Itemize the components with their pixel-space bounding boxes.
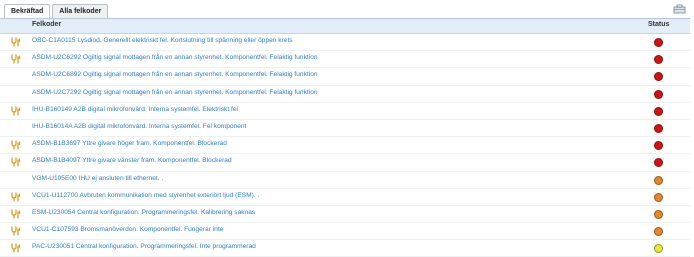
status-indicator <box>654 227 663 237</box>
status-indicator <box>654 192 663 202</box>
fault-code-text[interactable]: ASDM-U2C6292 Ogiltig signal mottagen frå… <box>32 54 318 61</box>
table-row[interactable]: IHU-B16014A A2B digital mikrofonvärd. In… <box>0 120 690 138</box>
wrench-icon[interactable] <box>10 209 22 219</box>
status-indicator <box>654 158 663 168</box>
table-row[interactable]: ASDM-U2C6892 Ogiltig signal mottagen frå… <box>0 68 690 86</box>
status-indicator <box>654 175 663 185</box>
table-row[interactable]: ASDM-B1B3697 Yttre givare höger fram. Ko… <box>0 137 690 155</box>
fault-code-text[interactable]: ESM-U230054 Central konfiguration. Progr… <box>32 209 255 216</box>
fault-code-text[interactable]: IHU-B160149 A2B digital mikrofonvärd. In… <box>32 106 238 113</box>
column-header-felkoder[interactable]: Felkoder <box>32 21 61 28</box>
fault-code-text[interactable]: IHU-B16014A A2B digital mikrofonvärd. In… <box>32 123 246 130</box>
tab-bar: Bekräftad Alla felkoder <box>4 4 109 18</box>
table-row[interactable]: ASDM-U2C6292 Ogiltig signal mottagen frå… <box>0 51 690 69</box>
fault-code-text[interactable]: OBC-C1A0115 Lysdiod. Generellt elektrisk… <box>32 37 293 44</box>
status-indicator <box>654 123 663 133</box>
status-indicator <box>654 89 663 99</box>
table-row[interactable]: ESM-U230054 Central konfiguration. Progr… <box>0 206 690 224</box>
fault-code-list: OBC-C1A0115 Lysdiod. Generellt elektrisk… <box>0 34 690 257</box>
table-row[interactable]: VCU1-C107593 Bromsmanöverdon. Komponentf… <box>0 223 690 241</box>
fault-code-text[interactable]: VCU1-C107593 Bromsmanöverdon. Komponentf… <box>32 226 223 233</box>
wrench-icon[interactable] <box>10 140 22 150</box>
fault-code-text[interactable]: ASDM-U2C7292 Ogiltig signal mottagen frå… <box>32 89 318 96</box>
tab-alla-felkoder[interactable]: Alla felkoder <box>52 4 109 18</box>
wrench-icon[interactable] <box>10 54 22 64</box>
wrench-icon[interactable] <box>10 106 22 116</box>
table-row[interactable]: ASDM-B1B4097 Yttre givare vänster fram. … <box>0 154 690 172</box>
status-indicator <box>654 38 663 47</box>
fault-code-text[interactable]: VCU1-U112700 Avbruten kommunikation med … <box>32 192 259 199</box>
wrench-icon[interactable] <box>10 157 22 167</box>
table-row[interactable]: VGM-U105E00 IHU ej ansluten till etherne… <box>0 172 690 189</box>
fault-code-text[interactable]: ASDM-B1B3697 Yttre givare höger fram. Ko… <box>32 140 227 147</box>
table-row[interactable]: PAC-U230051 Central konfiguration. Progr… <box>0 240 690 257</box>
table-row[interactable]: ASDM-U2C7292 Ogiltig signal mottagen frå… <box>0 86 690 103</box>
status-indicator <box>654 209 663 219</box>
fault-code-text[interactable]: PAC-U230051 Central konfiguration. Progr… <box>32 243 256 250</box>
table-header: Felkoder Status <box>0 18 690 34</box>
status-indicator <box>654 72 663 82</box>
wrench-icon[interactable] <box>10 243 22 253</box>
fault-code-text[interactable]: VGM-U105E00 IHU ej ansluten till etherne… <box>32 175 163 182</box>
status-indicator <box>654 141 663 151</box>
column-header-status[interactable]: Status <box>648 21 669 28</box>
wrench-icon[interactable] <box>10 37 22 47</box>
status-indicator <box>654 55 663 65</box>
wrench-icon[interactable] <box>10 226 22 236</box>
fault-code-text[interactable]: ASDM-B1B4097 Yttre givare vänster fram. … <box>32 157 232 164</box>
fault-code-text[interactable]: ASDM-U2C6892 Ogiltig signal mottagen frå… <box>32 71 318 78</box>
table-row[interactable]: OBC-C1A0115 Lysdiod. Generellt elektrisk… <box>0 34 690 52</box>
table-row[interactable]: VCU1-U112700 Avbruten kommunikation med … <box>0 189 690 206</box>
toolbox-icon[interactable] <box>673 4 686 14</box>
tab-bekraftad[interactable]: Bekräftad <box>4 4 51 18</box>
wrench-icon[interactable] <box>10 192 22 202</box>
table-row[interactable]: IHU-B160149 A2B digital mikrofonvärd. In… <box>0 103 690 120</box>
status-indicator <box>654 106 663 116</box>
status-indicator <box>654 244 663 254</box>
